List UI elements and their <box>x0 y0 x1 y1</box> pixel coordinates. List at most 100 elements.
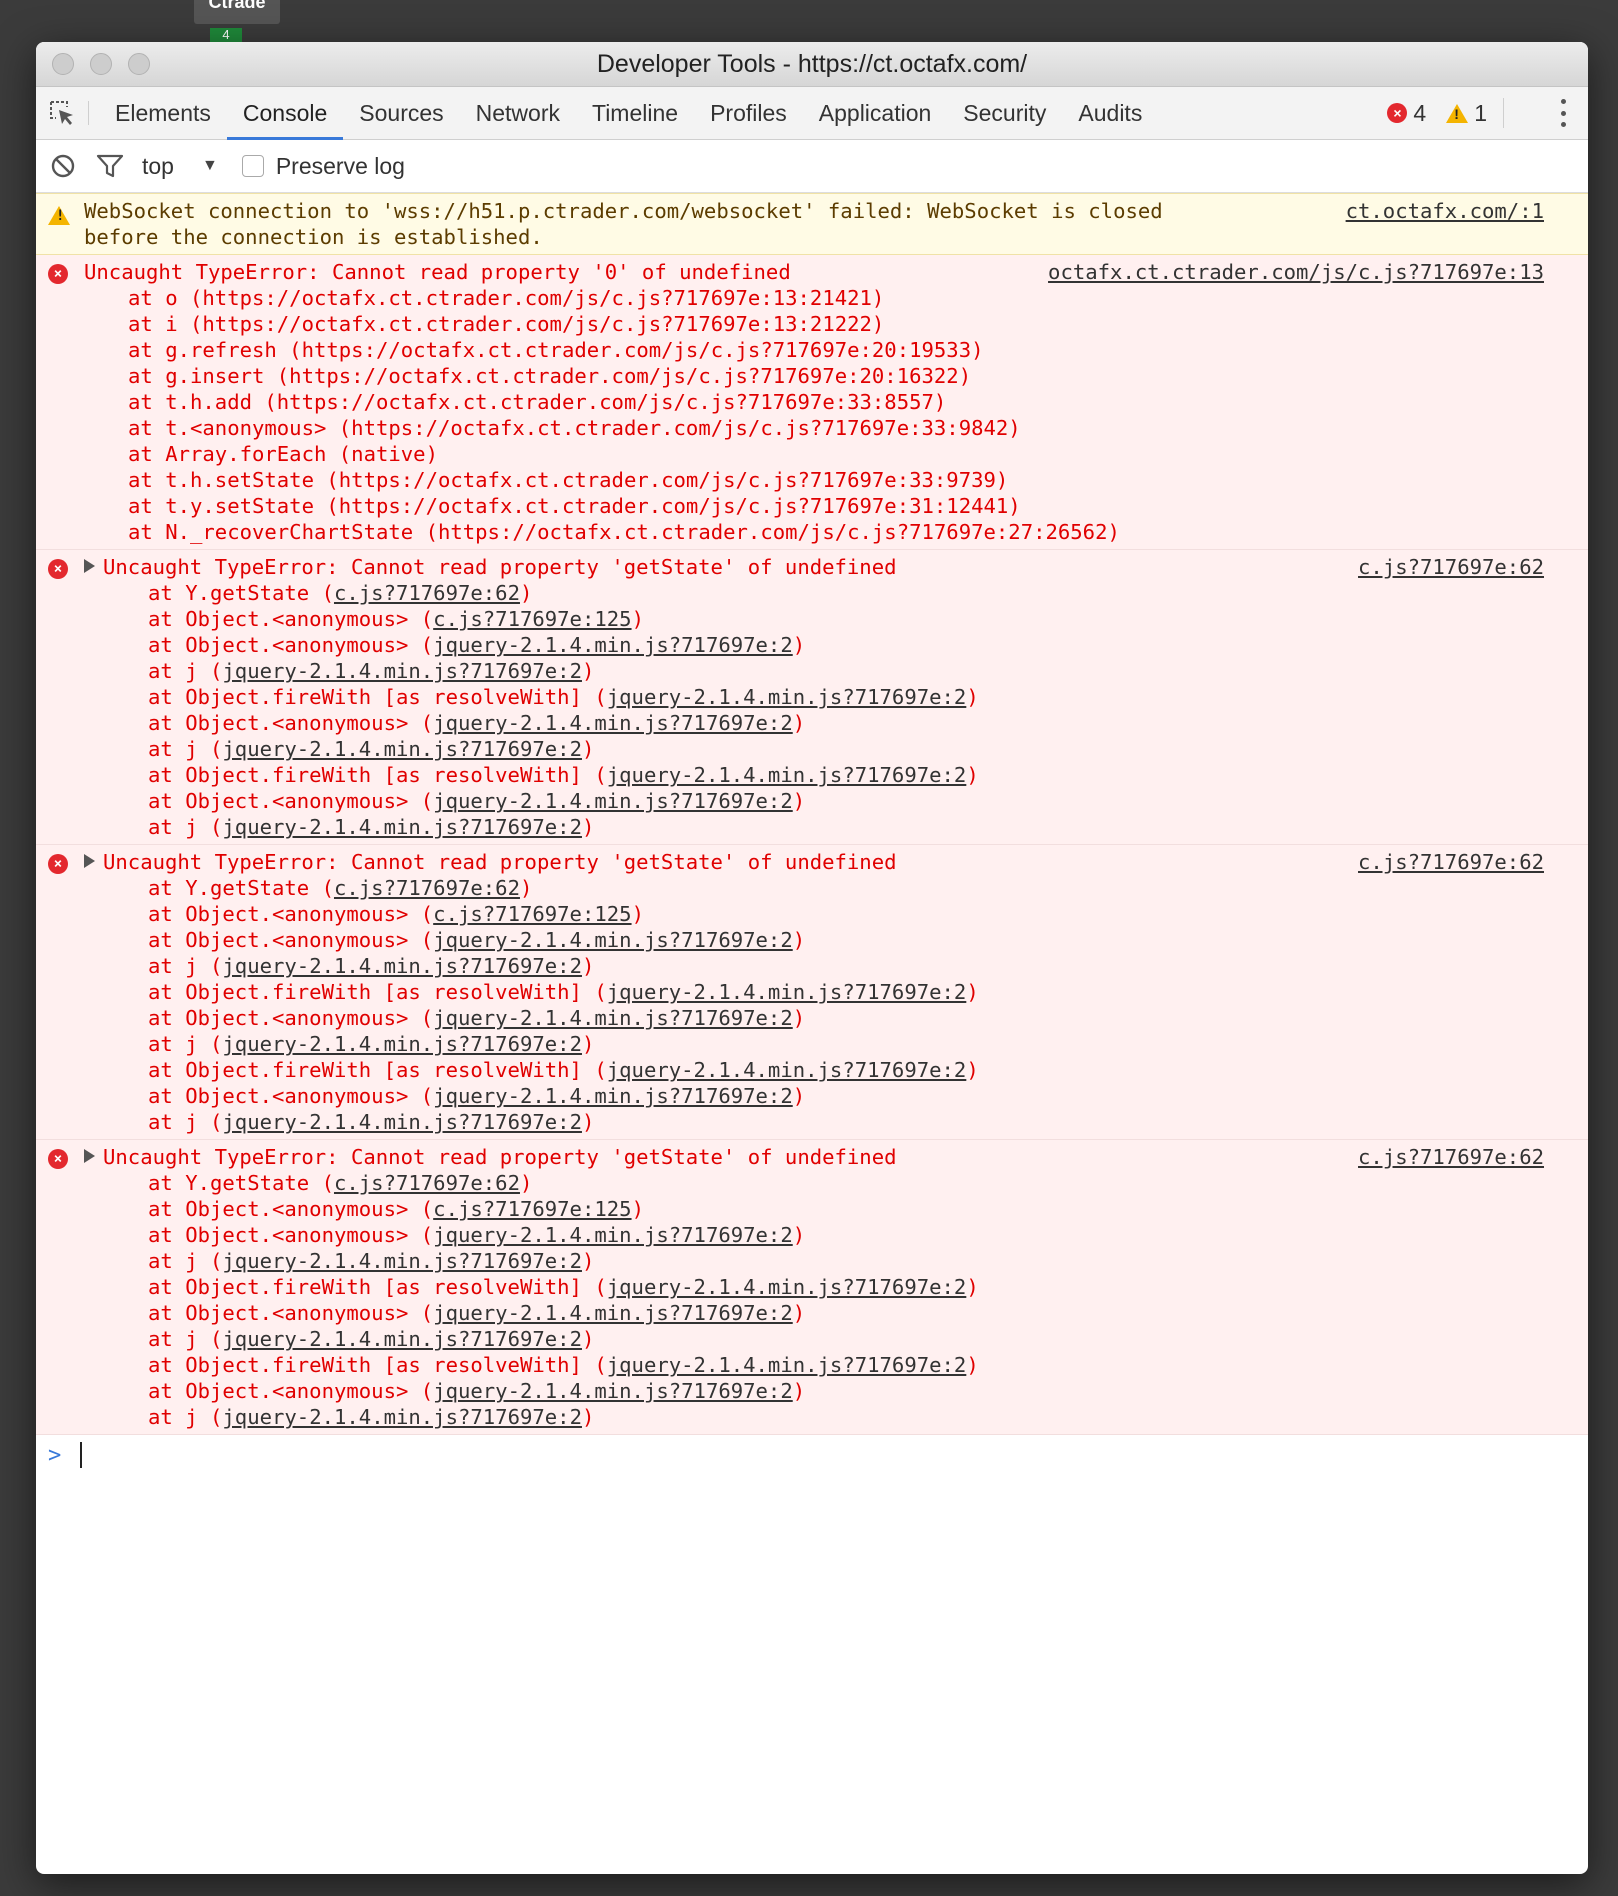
stack-frame-text: at j ( <box>148 737 223 761</box>
chevron-down-icon: ▼ <box>201 157 218 174</box>
tab-security[interactable]: Security <box>947 87 1062 139</box>
message-text: before the connection is established. <box>84 224 1544 250</box>
console-error-message[interactable]: × c.js?717697e:62 Uncaught TypeError: Cann… <box>36 550 1588 845</box>
stack-frame-link[interactable]: jquery-2.1.4.min.js?717697e:2 <box>433 1301 793 1325</box>
stack-frame-text: at Y.getState ( <box>148 876 334 900</box>
stack-frame-link[interactable]: jquery-2.1.4.min.js?717697e:2 <box>433 1223 793 1247</box>
message-text: Uncaught TypeError: Cannot read property… <box>84 554 1544 580</box>
stack-frame-text: at Object.<anonymous> ( <box>148 1301 434 1325</box>
stack-frame-link[interactable]: jquery-2.1.4.min.js?717697e:2 <box>433 711 793 735</box>
console-error-message[interactable]: × c.js?717697e:62 Uncaught TypeError: Cann… <box>36 845 1588 1140</box>
context-selector[interactable]: top ▼ <box>142 153 218 180</box>
stack-frame-link[interactable]: jquery-2.1.4.min.js?717697e:2 <box>607 685 967 709</box>
background-tab-label: Ctrade <box>208 0 266 12</box>
stack-frame-text: at Object.fireWith [as resolveWith] ( <box>148 1058 607 1082</box>
stack-frame-text: at Object.fireWith [as resolveWith] ( <box>148 980 607 1004</box>
stack-frame: at Y.getState (c.js?717697e:62) <box>84 580 1544 606</box>
tab-application[interactable]: Application <box>803 87 948 139</box>
stack-frame-link[interactable]: c.js?717697e:62 <box>334 581 520 605</box>
stack-frame: at t.<anonymous> (https://octafx.ct.ctra… <box>84 415 1544 441</box>
message-text: Uncaught TypeError: Cannot read property… <box>84 1144 1544 1170</box>
tab-elements[interactable]: Elements <box>99 87 227 139</box>
stack-frame-link[interactable]: jquery-2.1.4.min.js?717697e:2 <box>433 633 793 657</box>
stack-frame: at Object.<anonymous> (c.js?717697e:125) <box>84 1196 1544 1222</box>
stack-frame-link[interactable]: jquery-2.1.4.min.js?717697e:2 <box>607 1275 967 1299</box>
stack-frame-link[interactable]: c.js?717697e:125 <box>433 902 631 926</box>
stack-frame-link[interactable]: jquery-2.1.4.min.js?717697e:2 <box>607 763 967 787</box>
preserve-log-checkbox[interactable] <box>241 155 264 177</box>
stack-frame-link[interactable]: jquery-2.1.4.min.js?717697e:2 <box>222 1249 582 1273</box>
stack-frame: at i (https://octafx.ct.ctrader.com/js/c… <box>84 311 1544 337</box>
stack-frame-link[interactable]: jquery-2.1.4.min.js?717697e:2 <box>607 1058 967 1082</box>
stack-frame-close-paren: ) <box>966 980 979 1004</box>
stack-frame-close-paren: ) <box>519 1171 533 1195</box>
clear-console-icon <box>51 154 75 178</box>
stack-frame-close-paren: ) <box>581 1249 595 1273</box>
message-source-link[interactable]: c.js?717697e:62 <box>1358 554 1544 580</box>
stack-frame-link[interactable]: jquery-2.1.4.min.js?717697e:2 <box>222 659 582 683</box>
message-source-link[interactable]: ct.octafx.com/:1 <box>1346 198 1544 224</box>
expand-triangle-icon[interactable] <box>84 559 95 573</box>
stack-frame: at Object.<anonymous> (jquery-2.1.4.min.… <box>84 927 1544 953</box>
stack-frame-text: at o (https://octafx.ct.ctrader.com/js/c… <box>128 286 885 310</box>
stack-frame-text: at g.insert (https://octafx.ct.ctrader.c… <box>128 364 972 388</box>
stack-frame-link[interactable]: jquery-2.1.4.min.js?717697e:2 <box>433 928 793 952</box>
stack-frame-link[interactable]: jquery-2.1.4.min.js?717697e:2 <box>607 1353 967 1377</box>
stack-frame-link[interactable]: jquery-2.1.4.min.js?717697e:2 <box>222 954 582 978</box>
tab-profiles[interactable]: Profiles <box>694 87 803 139</box>
background-tab[interactable]: Ctrade <box>194 0 280 24</box>
tab-sources[interactable]: Sources <box>343 87 459 139</box>
stack-frame-link[interactable]: jquery-2.1.4.min.js?717697e:2 <box>433 1379 793 1403</box>
stack-frame-link[interactable]: c.js?717697e:125 <box>433 607 631 631</box>
stack-frame-text: at Object.<anonymous> ( <box>148 607 434 631</box>
clear-console-button[interactable] <box>50 153 76 179</box>
stack-frame-link[interactable]: jquery-2.1.4.min.js?717697e:2 <box>607 980 967 1004</box>
filter-button[interactable] <box>96 153 124 179</box>
stack-frame-link[interactable]: jquery-2.1.4.min.js?717697e:2 <box>222 815 582 839</box>
expand-triangle-icon[interactable] <box>84 1149 95 1163</box>
stack-frame-text: at Array.forEach (native) <box>128 442 438 466</box>
expand-triangle-icon[interactable] <box>84 854 95 868</box>
stack-frame-close-paren: ) <box>792 633 806 657</box>
stack-frame-close-paren: ) <box>792 1006 806 1030</box>
stack-frame-link[interactable]: c.js?717697e:62 <box>334 876 520 900</box>
console-error-message[interactable]: × c.js?717697e:62 Uncaught TypeError: Cann… <box>36 1140 1588 1435</box>
stack-frame-close-paren: ) <box>581 1110 595 1134</box>
stack-frame-close-paren: ) <box>581 1405 595 1429</box>
stack-frame-link[interactable]: c.js?717697e:125 <box>433 1197 631 1221</box>
stack-frame: at Object.fireWith [as resolveWith] (jqu… <box>84 1352 1544 1378</box>
tab-network[interactable]: Network <box>460 87 576 139</box>
stack-frame-link[interactable]: jquery-2.1.4.min.js?717697e:2 <box>222 1032 582 1056</box>
stack-frame-link[interactable]: jquery-2.1.4.min.js?717697e:2 <box>222 1405 582 1429</box>
tab-audits[interactable]: Audits <box>1062 87 1158 139</box>
stack-frame: at g.insert (https://octafx.ct.ctrader.c… <box>84 363 1544 389</box>
stack-frame-link[interactable]: jquery-2.1.4.min.js?717697e:2 <box>433 789 793 813</box>
stack-frame-link[interactable]: jquery-2.1.4.min.js?717697e:2 <box>222 1110 582 1134</box>
console-error-message: × octafx.ct.ctrader.com/js/c.js?717697e:1… <box>36 255 1588 550</box>
stack-frame-text: at Object.<anonymous> ( <box>148 1223 434 1247</box>
stack-frame-text: at j ( <box>148 1110 223 1134</box>
message-source-link[interactable]: octafx.ct.ctrader.com/js/c.js?717697e:13 <box>1048 259 1544 285</box>
stack-frame-text: at Object.<anonymous> ( <box>148 1084 434 1108</box>
console-toolbar: top ▼ Preserve log <box>36 140 1588 193</box>
tab-timeline[interactable]: Timeline <box>576 87 694 139</box>
stack-frame-close-paren: ) <box>581 737 595 761</box>
stack-frame-link[interactable]: jquery-2.1.4.min.js?717697e:2 <box>433 1084 793 1108</box>
console-prompt[interactable]: > <box>36 1435 1588 1475</box>
stack-frame: at Object.<anonymous> (jquery-2.1.4.min.… <box>84 632 1544 658</box>
stack-frame-link[interactable]: jquery-2.1.4.min.js?717697e:2 <box>433 1006 793 1030</box>
preserve-log-toggle[interactable]: Preserve log <box>241 153 405 180</box>
stack-frame-link[interactable]: c.js?717697e:62 <box>334 1171 520 1195</box>
message-source-link[interactable]: c.js?717697e:62 <box>1358 849 1544 875</box>
tab-console[interactable]: Console <box>226 87 344 140</box>
stack-frame-link[interactable]: jquery-2.1.4.min.js?717697e:2 <box>222 1327 582 1351</box>
inspect-element-button[interactable] <box>36 87 88 139</box>
more-options-icon[interactable] <box>1558 99 1568 127</box>
message-source-link[interactable]: c.js?717697e:62 <box>1358 1144 1544 1170</box>
stack-frame-link[interactable]: jquery-2.1.4.min.js?717697e:2 <box>222 737 582 761</box>
stack-frame: at Object.<anonymous> (jquery-2.1.4.min.… <box>84 1300 1544 1326</box>
message-text: WebSocket connection to 'wss://h51.p.ctr… <box>84 198 1544 224</box>
issue-counters[interactable]: × 4 1 <box>1387 87 1520 139</box>
stack-frame-text: at j ( <box>148 659 223 683</box>
stack-frame-text: at Y.getState ( <box>148 1171 334 1195</box>
